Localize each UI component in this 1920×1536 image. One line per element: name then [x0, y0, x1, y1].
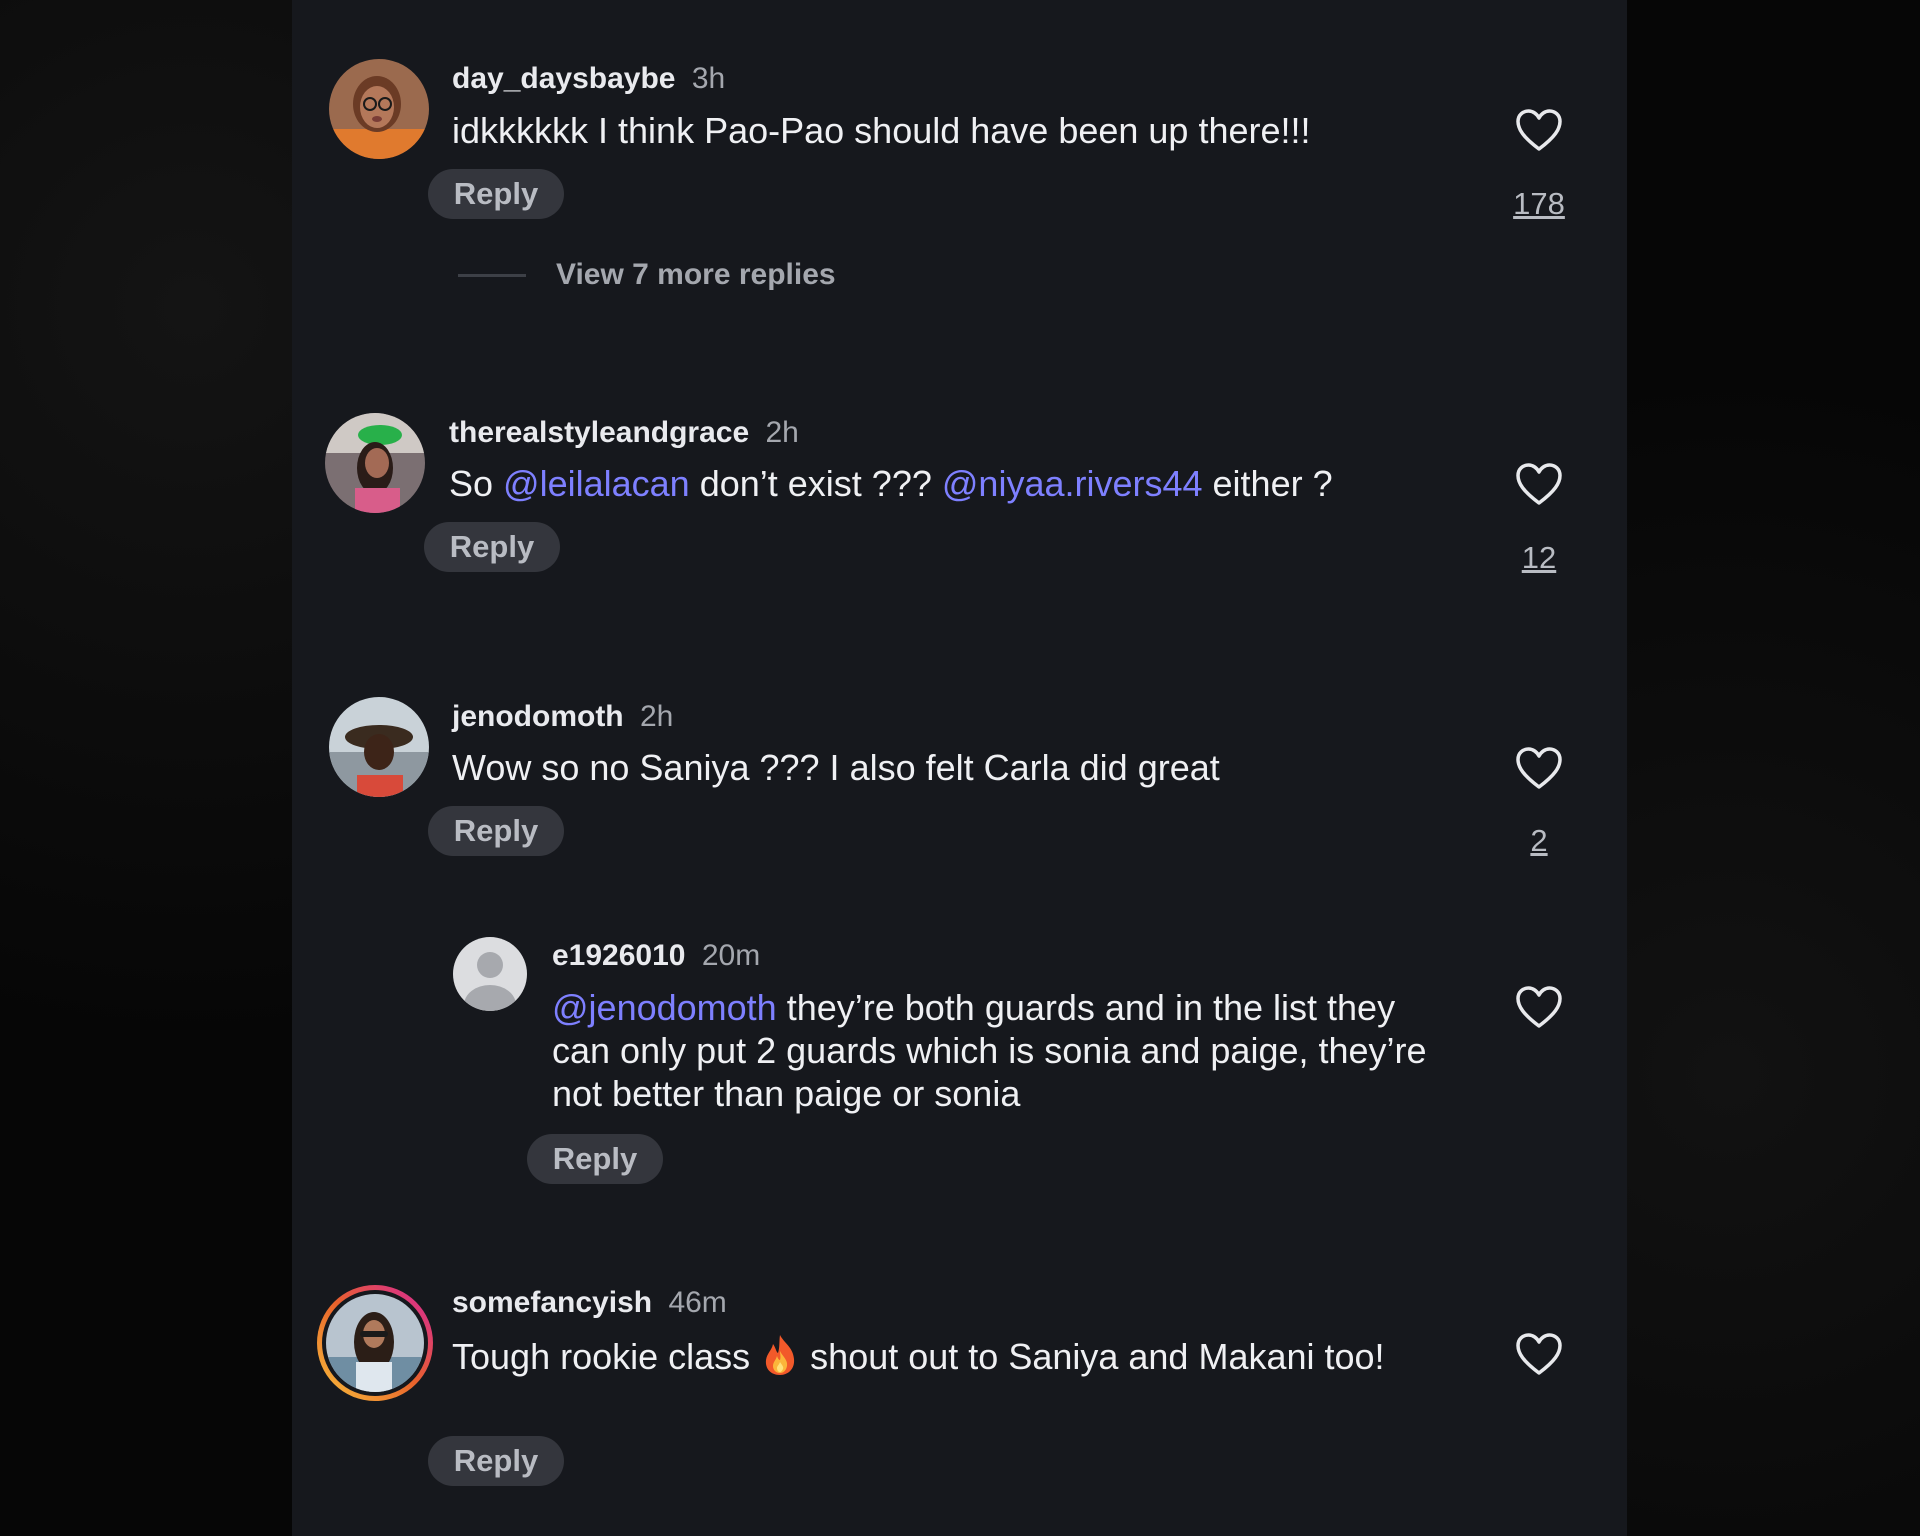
mention-link[interactable]: @niyaa.rivers44 [942, 463, 1203, 504]
username[interactable]: day_daysbaybe [452, 62, 675, 95]
avatar[interactable] [453, 937, 527, 1011]
story-avatar[interactable] [314, 1282, 436, 1404]
username[interactable]: jenodomoth [452, 700, 624, 733]
text-segment: So [449, 463, 504, 504]
like-count[interactable]: 2 [1499, 823, 1579, 859]
comment-header: jenodomoth 2h [452, 700, 673, 734]
avatar[interactable] [325, 413, 425, 513]
heart-icon[interactable] [1515, 746, 1563, 790]
avatar-image [329, 59, 429, 159]
heart-icon[interactable] [1515, 1332, 1563, 1376]
comment-time: 46m [668, 1286, 727, 1319]
comment-header: somefancyish 46m [452, 1286, 727, 1320]
username[interactable]: somefancyish [452, 1286, 652, 1319]
comment-header: day_daysbaybe 3h [452, 62, 725, 96]
reply-button[interactable]: Reply [428, 806, 564, 856]
text-segment: don’t exist ??? [689, 463, 942, 504]
heart-icon[interactable] [1515, 462, 1563, 506]
comment-time: 20m [701, 939, 761, 972]
text-segment: Tough rookie class [452, 1336, 751, 1377]
mention-link[interactable]: @jenodomoth [552, 987, 777, 1028]
text-segment: shout out to Saniya and Makani too! [810, 1336, 1385, 1377]
like-count[interactable]: 12 [1499, 540, 1579, 576]
comment-text: So @leilalacan don’t exist ??? @niyaa.ri… [449, 462, 1479, 505]
username[interactable]: therealstyleandgrace [449, 416, 749, 449]
comment-text: Wow so no Saniya ??? I also felt Carla d… [452, 747, 1220, 788]
comment-header: therealstyleandgrace 2h [449, 416, 799, 450]
reply-button[interactable]: Reply [424, 522, 560, 572]
fire-icon [766, 1335, 795, 1375]
heart-icon[interactable] [1515, 985, 1563, 1029]
reply-button[interactable]: Reply [428, 1436, 564, 1486]
text-segment: either ? [1202, 463, 1333, 504]
heart-icon[interactable] [1515, 108, 1563, 152]
view-more-replies[interactable]: View 7 more replies [458, 258, 836, 292]
mention-link[interactable]: @leilalacan [503, 463, 690, 504]
comment-text: idkkkkkk I think Pao-Pao should have bee… [452, 110, 1311, 151]
divider [458, 273, 526, 277]
avatar-image [317, 1285, 433, 1401]
avatar[interactable] [329, 59, 429, 159]
comments-panel[interactable]: day_daysbaybe 3h idkkkkkk I think Pao-Pa… [292, 0, 1627, 1536]
username[interactable]: e1926010 [552, 939, 685, 972]
avatar[interactable] [329, 697, 429, 797]
view-more-replies-label[interactable]: View 7 more replies [556, 258, 836, 292]
like-count[interactable]: 178 [1499, 186, 1579, 222]
avatar-image [325, 413, 425, 513]
reply-button[interactable]: Reply [428, 169, 564, 219]
comment-text: @jenodomoth they’re both guards and in t… [552, 986, 1432, 1115]
comment-header: e1926010 20m [552, 939, 760, 973]
screenshot-background: day_daysbaybe 3h idkkkkkk I think Pao-Pa… [0, 0, 1920, 1536]
comment-time: 2h [639, 700, 674, 733]
comment-time: 3h [691, 62, 726, 95]
avatar-image [329, 697, 429, 797]
comment-time: 2h [765, 416, 799, 449]
default-avatar-icon [453, 937, 527, 1011]
comment-text: Tough rookie class shout out to Saniya a… [452, 1333, 1482, 1378]
reply-button[interactable]: Reply [527, 1134, 663, 1184]
